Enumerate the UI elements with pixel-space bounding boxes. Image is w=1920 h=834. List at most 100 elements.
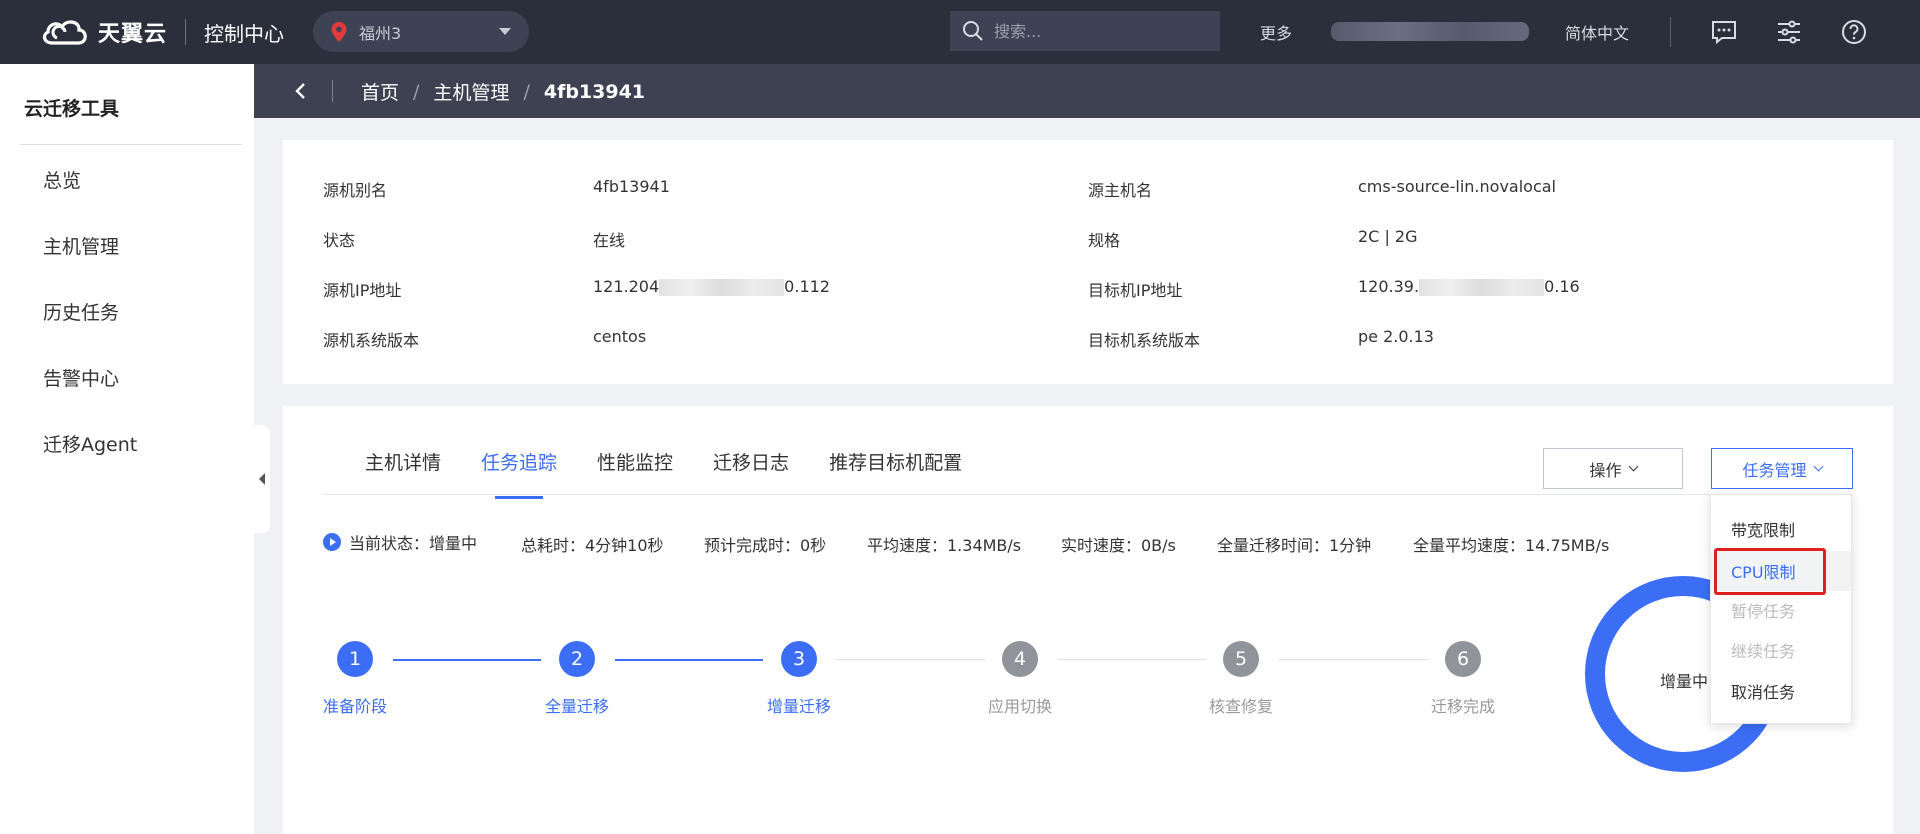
back-arrow-icon[interactable]: [294, 82, 308, 100]
info-value: 2C | 2G: [1358, 227, 1418, 246]
current-status: 当前状态：增量中: [323, 530, 477, 554]
total-time: 总耗时：4分钟10秒: [521, 536, 664, 555]
step-label: 准备阶段: [322, 697, 387, 716]
info-value: 4fb13941: [593, 177, 670, 196]
host-info-card: 源机别名 4fb13941 状态 在线 源机IP地址 121.204 0.112 …: [283, 140, 1893, 384]
step-label: 增量迁移: [766, 697, 831, 716]
language-switch[interactable]: 简体中文: [1565, 20, 1629, 44]
account-name-redacted[interactable]: [1331, 22, 1529, 41]
sidebar-collapse-toggle[interactable]: [254, 425, 270, 533]
chevron-down-icon: [1628, 461, 1638, 472]
info-label: 状态: [323, 231, 356, 250]
menu-item-pause-task[interactable]: 暂停任务: [1711, 590, 1851, 630]
brand-logo[interactable]: 天翼云 控制中心: [40, 12, 284, 52]
info-label: 目标机系统版本: [1088, 331, 1201, 350]
tab-recommended-target-config[interactable]: 推荐目标机配置: [829, 448, 962, 496]
sidebar-item-alert-center[interactable]: 告警中心: [43, 364, 119, 391]
target-ip-value: 120.39. 0.16: [1358, 277, 1580, 296]
sidebar-item-migration-agent[interactable]: 迁移Agent: [43, 430, 137, 457]
search-icon: [963, 21, 983, 41]
task-management-button[interactable]: 任务管理: [1711, 448, 1853, 489]
sidebar: 云迁移工具 总览 主机管理 历史任务 告警中心 迁移Agent: [0, 64, 254, 834]
step-prepare: 1 准备阶段: [295, 641, 415, 717]
tab-performance-monitoring[interactable]: 性能监控: [597, 448, 673, 496]
info-label: 源主机名: [1088, 181, 1153, 200]
info-label: 规格: [1088, 231, 1121, 250]
step-number: 5: [1223, 641, 1259, 677]
ip-suffix: 0.16: [1544, 277, 1580, 296]
menu-item-resume-task[interactable]: 继续任务: [1711, 630, 1851, 670]
tab-host-details[interactable]: 主机详情: [365, 448, 441, 496]
brand-divider: [185, 19, 187, 45]
console-title[interactable]: 控制中心: [204, 18, 284, 47]
breadcrumb-separator: /: [413, 80, 420, 103]
collapse-left-icon: [259, 473, 265, 485]
sidebar-title: 云迁移工具: [24, 98, 120, 120]
top-bar: 天翼云 控制中心 福州3 更多 简体中文: [0, 0, 1920, 64]
step-complete: 6 迁移完成: [1403, 641, 1523, 717]
step-app-switch: 4 应用切换: [960, 641, 1080, 717]
region-name: 福州3: [359, 23, 402, 43]
step-label: 核查修复: [1208, 697, 1273, 716]
redacted-block: [659, 279, 785, 296]
search-input[interactable]: [994, 21, 1194, 41]
estimated-completion: 预计完成时：0秒: [704, 536, 827, 555]
info-label: 源机系统版本: [323, 331, 420, 350]
info-value: cms-source-lin.novalocal: [1358, 177, 1556, 196]
step-number: 3: [781, 641, 817, 677]
tab-bar: 主机详情 任务追踪 性能监控 迁移日志 推荐目标机配置: [365, 448, 1002, 499]
info-value: 在线: [593, 231, 626, 250]
highlight-annotation-box: [1714, 548, 1826, 595]
topbar-divider: [1670, 17, 1671, 47]
step-full-migration: 2 全量迁移: [517, 641, 637, 717]
task-management-menu: 带宽限制 CPU限制 暂停任务 继续任务 取消任务: [1710, 494, 1852, 724]
progress-ring-label: 增量中: [1660, 672, 1709, 691]
tab-task-tracking[interactable]: 任务追踪: [481, 448, 557, 499]
info-label: 源机IP地址: [323, 281, 402, 300]
location-pin-icon: [331, 21, 347, 42]
task-tracking-card: 主机详情 任务追踪 性能监控 迁移日志 推荐目标机配置 操作 任务管理 当前状态…: [283, 406, 1893, 834]
source-ip-value: 121.204 0.112: [593, 277, 830, 296]
breadcrumb-separator: /: [523, 80, 530, 103]
breadcrumb-divider: [332, 80, 333, 102]
tab-migration-log[interactable]: 迁移日志: [713, 448, 789, 496]
breadcrumb: 首页 / 主机管理 / 4fb13941: [361, 78, 645, 105]
info-value: pe 2.0.13: [1358, 327, 1434, 346]
ip-prefix: 120.39.: [1358, 277, 1420, 296]
menu-item-bandwidth-limit[interactable]: 带宽限制: [1711, 509, 1851, 549]
region-selector[interactable]: 福州3: [313, 11, 529, 52]
step-number: 1: [337, 641, 373, 677]
realtime-speed: 实时速度：0B/s: [1061, 536, 1176, 555]
brand-name: 天翼云: [98, 22, 168, 47]
ip-prefix: 121.204: [593, 277, 660, 296]
operation-button-label: 操作: [1589, 460, 1622, 480]
search-box[interactable]: [950, 11, 1220, 51]
step-label: 应用切换: [987, 697, 1052, 716]
help-icon[interactable]: [1840, 18, 1868, 46]
current-status-text: 当前状态：增量中: [349, 534, 478, 553]
redacted-block: [1419, 279, 1545, 296]
ip-suffix: 0.112: [784, 277, 830, 296]
breadcrumb-current: 4fb13941: [543, 80, 646, 103]
task-management-button-label: 任务管理: [1742, 460, 1807, 480]
sidebar-item-host-management[interactable]: 主机管理: [43, 232, 119, 259]
menu-item-cancel-task[interactable]: 取消任务: [1711, 671, 1851, 711]
sidebar-item-history-tasks[interactable]: 历史任务: [43, 298, 119, 325]
chevron-down-icon: [499, 28, 511, 35]
tab-underline-divider: [323, 494, 1853, 495]
sidebar-item-overview[interactable]: 总览: [43, 166, 81, 193]
message-icon[interactable]: [1710, 18, 1738, 46]
info-label: 源机别名: [323, 181, 388, 200]
full-migration-time: 全量迁移时间：1分钟: [1217, 536, 1372, 555]
settings-sliders-icon[interactable]: [1775, 18, 1803, 46]
breadcrumb-host-management[interactable]: 主机管理: [433, 78, 509, 105]
step-number: 6: [1445, 641, 1481, 677]
breadcrumb-home[interactable]: 首页: [361, 78, 399, 105]
average-speed: 平均速度：1.34MB/s: [867, 536, 1022, 555]
full-average-speed: 全量平均速度：14.75MB/s: [1413, 536, 1610, 555]
step-label: 全量迁移: [544, 697, 609, 716]
breadcrumb-bar: 首页 / 主机管理 / 4fb13941: [254, 64, 1920, 118]
operation-button[interactable]: 操作: [1543, 448, 1683, 489]
more-menu[interactable]: 更多: [1260, 20, 1292, 44]
play-status-icon: [323, 533, 341, 551]
